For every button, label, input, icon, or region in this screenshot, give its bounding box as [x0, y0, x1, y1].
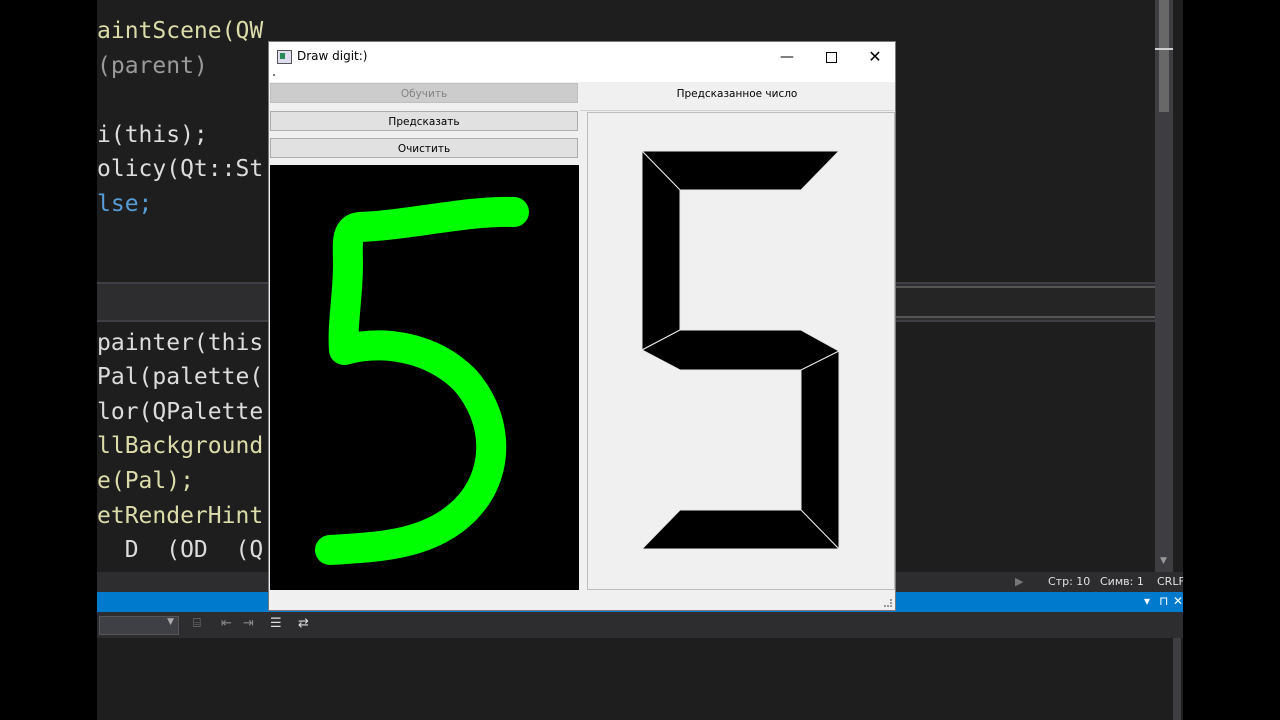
train-button[interactable]: Обучить [270, 83, 578, 103]
maximize-button[interactable] [809, 42, 853, 72]
close-button[interactable]: ✕ [853, 42, 897, 72]
panel-close-icon[interactable]: ✕ [1173, 594, 1183, 608]
prev-message-icon[interactable]: ⇤ [221, 616, 232, 631]
next-message-icon[interactable]: ⇥ [243, 616, 254, 631]
clear-button[interactable]: Очистить [270, 138, 578, 158]
chevron-down-icon: ▼ [167, 617, 174, 627]
panel-pin-icon[interactable]: ⊓ [1159, 594, 1168, 608]
editor-vertical-scrollbar[interactable]: ▼ [1155, 0, 1173, 572]
code-line[interactable]: D (OD (Q [97, 533, 263, 567]
status-line-ending[interactable]: CRLF [1157, 575, 1183, 588]
window-titlebar[interactable]: Draw digit:) — ✕ [269, 42, 895, 72]
code-line[interactable]: i(this); [97, 118, 208, 152]
find-message-icon[interactable]: ⌸ [193, 616, 201, 631]
code-line[interactable]: lor(QPalette [97, 395, 263, 429]
output-scrollbar[interactable] [1173, 638, 1181, 720]
predicted-digit-display [640, 149, 841, 551]
code-line[interactable]: (parent) [97, 49, 208, 83]
clear-all-icon[interactable]: ☰ [270, 616, 282, 631]
drawing-canvas[interactable] [270, 165, 579, 590]
code-line[interactable]: aintScene(QW [97, 14, 263, 48]
seven-segment-display [587, 112, 895, 590]
code-line[interactable]: painter(this [97, 326, 263, 360]
predicted-number-label: Предсказанное число [580, 82, 894, 111]
status-column-number: Симв: 1 [1100, 575, 1144, 588]
word-wrap-icon[interactable]: ⇄ [298, 616, 309, 631]
scrollbar-thumb[interactable] [1159, 0, 1169, 112]
code-line[interactable]: lse; [97, 187, 152, 221]
status-line-number: Стр: 10 [1048, 575, 1091, 588]
drawn-digit-stroke [315, 196, 529, 565]
code-line[interactable]: etRenderHint [97, 499, 263, 533]
draw-digit-window: Draw digit:) — ✕ Обучить Предсказать Очи… [269, 42, 895, 610]
letterbox-right [1183, 0, 1280, 720]
letterbox-left [0, 0, 97, 720]
resize-grip-icon[interactable] [884, 599, 892, 607]
code-line[interactable]: Pal(palette( [97, 360, 263, 394]
segment-middle [640, 329, 841, 371]
code-line[interactable]: llBackground [97, 429, 263, 463]
app-icon [277, 50, 292, 64]
window-status-strip [269, 590, 895, 610]
output-toolbar: ▼ ⌸ ⇤ ⇥ ☰ ⇄ [97, 612, 1183, 638]
code-line[interactable]: olicy(Qt::St [97, 152, 263, 186]
scrollbar-position-marker [1155, 48, 1173, 50]
predict-button[interactable]: Предсказать [270, 111, 578, 131]
output-source-select[interactable]: ▼ [99, 616, 179, 635]
panel-dropdown-icon[interactable]: ▾ [1144, 594, 1150, 608]
code-line[interactable]: e(Pal); [97, 464, 194, 498]
menu-bar [269, 72, 895, 82]
status-arrow-icon: ▶ [1015, 575, 1024, 588]
maximize-icon [825, 51, 837, 63]
minimize-button[interactable]: — [765, 42, 809, 72]
scroll-down-arrow-icon[interactable]: ▼ [1160, 556, 1167, 566]
window-title: Draw digit:) [297, 49, 368, 63]
output-panel-body [97, 638, 1183, 720]
